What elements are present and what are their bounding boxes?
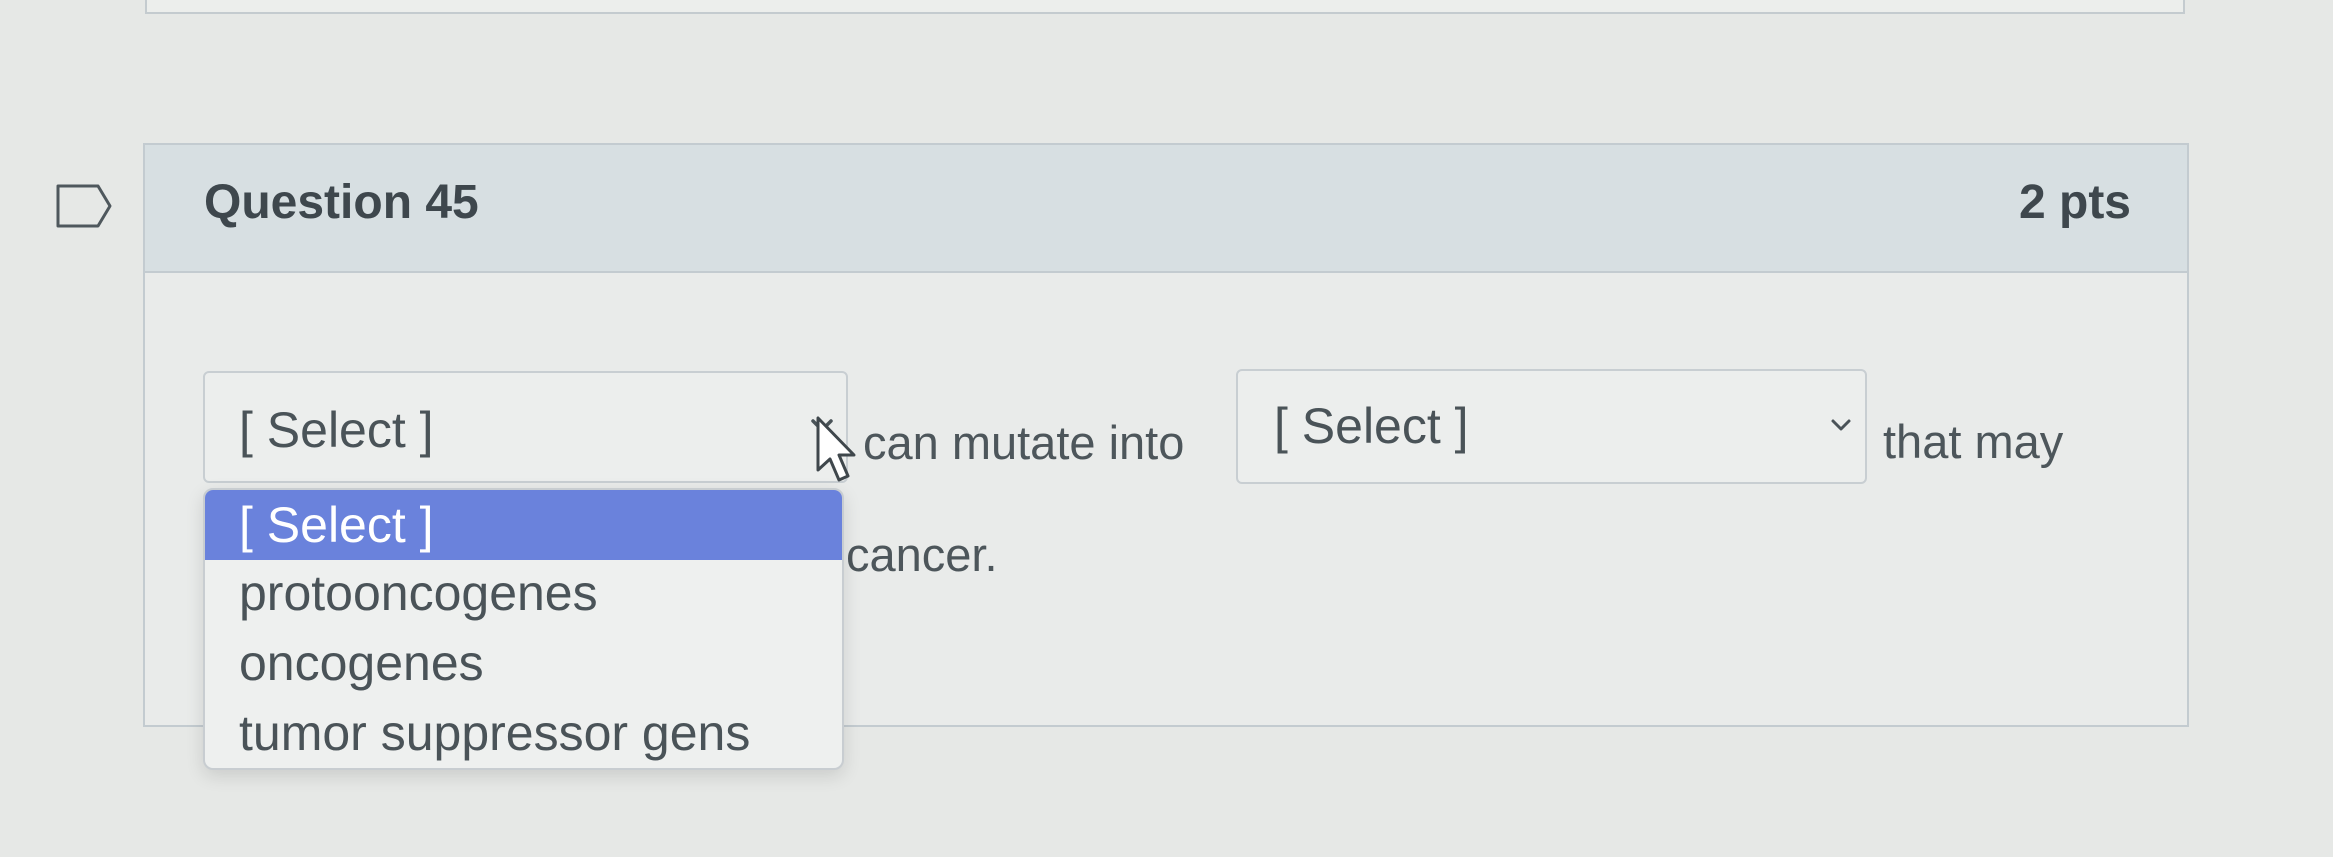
sentence-text-cancer: cancer.: [846, 528, 998, 581]
previous-question-card: [145, 0, 2185, 14]
sentence-text-can-mutate-into: can mutate into: [863, 416, 1185, 469]
dropdown-option-oncogenes[interactable]: oncogenes: [205, 628, 842, 698]
flag-question-icon[interactable]: [56, 184, 112, 228]
chevron-down-icon: [1831, 419, 1851, 431]
question-points: 2 pts: [2018, 176, 2131, 229]
dropdown-option-tumor-suppressor-gens[interactable]: tumor suppressor gens: [205, 698, 842, 768]
dropdown-option-protooncogenes[interactable]: protooncogenes: [205, 558, 842, 628]
sentence-text-that-may: that may: [1883, 415, 2064, 468]
blank-1-select-value: [ Select ]: [239, 402, 434, 458]
blank-2-select[interactable]: [ Select ]: [1236, 369, 1867, 484]
mouse-pointer-icon: [816, 416, 856, 482]
blank-2-select-value: [ Select ]: [1274, 398, 1469, 454]
blank-1-select[interactable]: [ Select ]: [203, 371, 848, 483]
blank-1-dropdown-list[interactable]: [ Select ] protooncogenes oncogenes tumo…: [203, 488, 844, 770]
question-header: Question 45 2 pts: [145, 145, 2187, 273]
question-title: Question 45: [204, 176, 479, 229]
dropdown-option-select[interactable]: [ Select ]: [205, 490, 842, 560]
